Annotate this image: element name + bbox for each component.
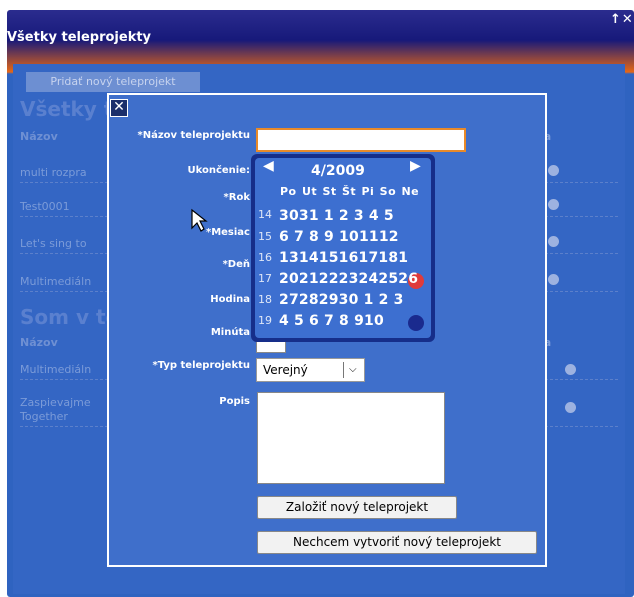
prev-month-icon[interactable]: ◀ [263, 158, 274, 174]
add-icon[interactable] [548, 199, 559, 210]
type-select-value: Verejný [263, 363, 308, 377]
minute-label: Minúta [210, 327, 250, 338]
calendar-row[interactable]: 3031 1 2 3 4 5 [279, 208, 394, 224]
week-number: 18 [258, 293, 272, 306]
col-name-header: Názov [20, 130, 58, 143]
select-divider [343, 362, 344, 378]
window-controls[interactable]: ↑✕ [610, 12, 634, 27]
cancel-button[interactable]: Nechcem vytvoriť nový teleprojekt [257, 531, 537, 554]
day-label: *Deň [222, 259, 250, 270]
mouse-cursor-icon [191, 208, 208, 232]
calendar-row[interactable]: 6 7 8 9 101112 [279, 229, 399, 245]
add-icon[interactable] [548, 236, 559, 247]
week-number: 14 [258, 208, 272, 221]
remove-icon[interactable] [565, 364, 576, 375]
calendar-row[interactable]: 1314151617181 [279, 250, 408, 266]
remove-icon[interactable] [565, 402, 576, 413]
hour-label: Hodina [210, 294, 250, 305]
week-number: 17 [258, 272, 272, 285]
next-month-icon[interactable]: ▶ [410, 158, 421, 174]
week-number: 19 [258, 314, 272, 327]
selected-marker [408, 315, 424, 331]
add-teleproject-button[interactable]: Pridať nový teleprojekt [26, 72, 200, 92]
week-number: 16 [258, 251, 272, 264]
type-select[interactable]: Verejný ⌵ [256, 358, 365, 382]
section-heading-member: Som v te [20, 305, 120, 329]
add-icon[interactable] [548, 274, 559, 285]
description-textarea[interactable] [257, 392, 445, 484]
type-label: *Typ teleprojektu [152, 360, 250, 371]
end-label: Ukončenie: [187, 165, 250, 176]
year-label: *Rok [223, 192, 250, 203]
window-title: Všetky teleprojekty [7, 30, 152, 45]
calendar-title: 4/2009 [311, 163, 365, 179]
add-icon[interactable] [548, 165, 559, 176]
description-label: Popis [219, 396, 250, 407]
col-name-header-2: Názov [20, 336, 58, 349]
chevron-down-icon[interactable]: ⌵ [349, 359, 357, 381]
name-input[interactable] [256, 128, 466, 152]
calendar-row[interactable]: 27282930 1 2 3 [279, 292, 404, 308]
calendar-row[interactable]: 4 5 6 7 8 910 [279, 313, 384, 329]
week-number: 15 [258, 230, 272, 243]
create-button[interactable]: Založiť nový teleprojekt [257, 496, 457, 519]
calendar-weekdays: Po Ut St Št Pi So Ne [280, 185, 420, 198]
close-icon[interactable]: ✕ [110, 99, 128, 117]
name-label: *Názov teleprojektu [137, 130, 250, 141]
calendar-row[interactable]: 20212223242526 [279, 271, 418, 287]
section-heading-all: Všetky t [20, 97, 114, 121]
